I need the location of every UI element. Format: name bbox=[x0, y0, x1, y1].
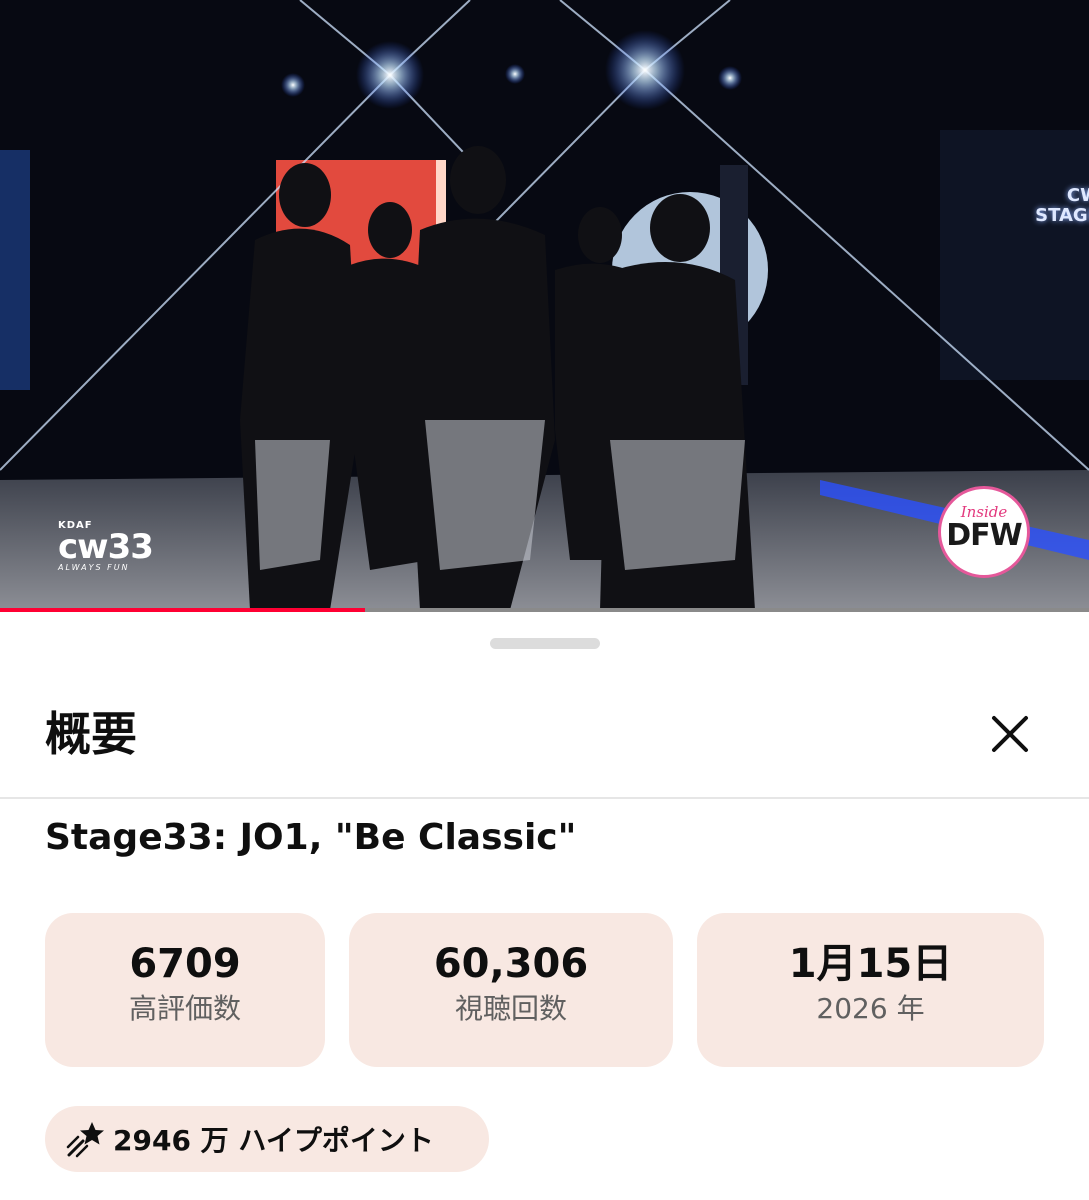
hype-points-chip[interactable]: 2946 万 ハイプポイント bbox=[45, 1106, 489, 1172]
video-frame-scene bbox=[0, 0, 1089, 612]
close-button[interactable] bbox=[980, 704, 1040, 764]
likes-label: 高評価数 bbox=[128, 992, 241, 1025]
video-progress-bar[interactable] bbox=[0, 608, 1089, 612]
publish-date-stat: 1月15日 2026 年 bbox=[697, 913, 1044, 1067]
cw33-channel-logo: KDAF cw33 ALWAYS FUN bbox=[58, 520, 154, 572]
hype-points-text: 2946 万 ハイプポイント bbox=[113, 1124, 434, 1157]
likes-stat: 6709 高評価数 bbox=[45, 913, 325, 1067]
video-player[interactable]: CWSTAGE KDAF cw33 ALWAYS FUN Inside DFW bbox=[0, 0, 1089, 612]
video-progress-fill bbox=[0, 608, 365, 612]
close-icon bbox=[992, 716, 1028, 752]
views-stat: 60,306 視聴回数 bbox=[349, 913, 673, 1067]
cw33-logo-main-text: cw33 bbox=[58, 527, 154, 567]
background-stage-sign: CWSTAGE bbox=[1035, 185, 1089, 226]
publish-year: 2026 年 bbox=[816, 992, 925, 1025]
inside-dfw-logo-main: DFW bbox=[946, 518, 1023, 553]
views-label: 視聴回数 bbox=[454, 992, 567, 1025]
likes-count: 6709 bbox=[129, 941, 241, 987]
views-count: 60,306 bbox=[433, 941, 589, 987]
header-divider bbox=[0, 797, 1089, 799]
sheet-title: 概要 bbox=[45, 707, 137, 761]
video-title: Stage33: JO1, "Be Classic" bbox=[45, 817, 577, 858]
hype-megaphone-icon bbox=[66, 1122, 104, 1158]
description-sheet: 概要 Stage33: JO1, "Be Classic" 6709 高評価数 … bbox=[0, 616, 1089, 1200]
sheet-drag-handle[interactable] bbox=[490, 638, 600, 649]
publish-date: 1月15日 bbox=[788, 941, 953, 987]
inside-dfw-logo: Inside DFW bbox=[938, 486, 1030, 578]
